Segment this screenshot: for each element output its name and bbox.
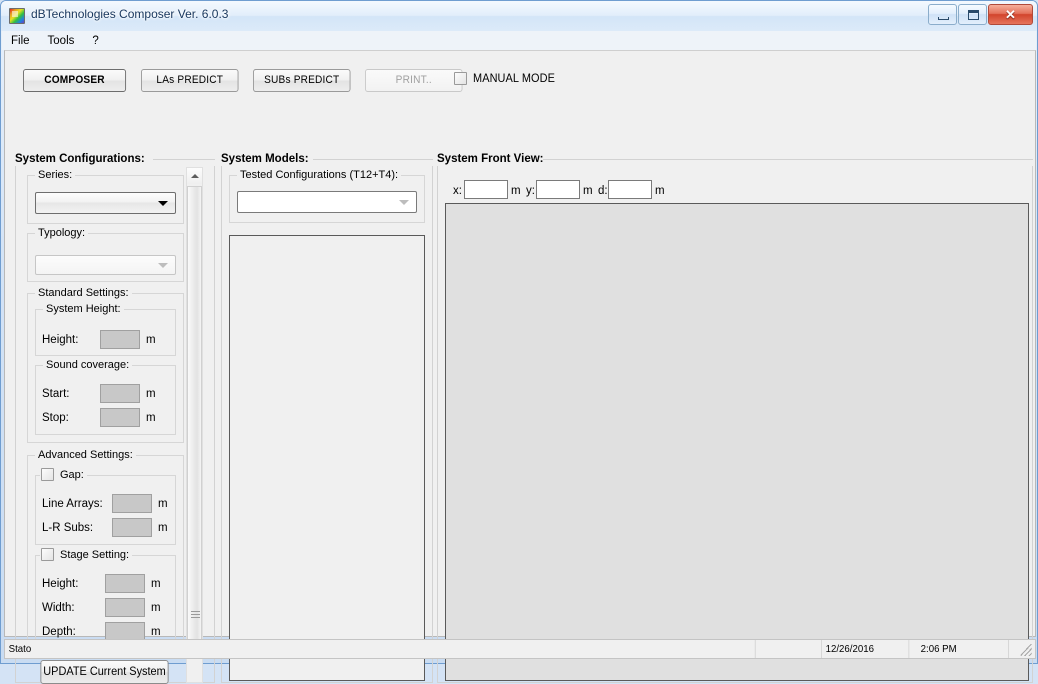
minimize-icon (938, 17, 949, 20)
front-view-canvas[interactable] (445, 203, 1029, 681)
close-icon: ✕ (1005, 7, 1016, 22)
tab-composer[interactable]: COMPOSER (23, 69, 127, 92)
coord-y-input[interactable] (536, 180, 580, 199)
maximize-button[interactable] (958, 4, 987, 25)
scrollbar-thumb[interactable] (187, 186, 202, 646)
manual-mode-checkbox[interactable]: MANUAL MODE (454, 72, 559, 85)
coverage-stop-unit: m (146, 412, 156, 424)
coord-y-unit: m (583, 185, 593, 197)
gap-checkbox[interactable] (41, 468, 54, 481)
coord-d-label: d: (598, 185, 608, 197)
start-label: Start: (42, 388, 70, 400)
stage-width-label: Width: (42, 602, 75, 614)
stage-width-input[interactable] (105, 598, 145, 617)
line-arrays-gap-unit: m (158, 498, 168, 510)
status-bar: Stato 12/26/2016 2:06 PM (4, 639, 1036, 659)
coverage-stop-input[interactable] (100, 408, 140, 427)
system-height-input[interactable] (100, 330, 140, 349)
manual-mode-label: MANUAL MODE (473, 72, 555, 85)
coord-x-unit: m (511, 185, 521, 197)
title-bar[interactable]: dBTechnologies Composer Ver. 6.0.3 ✕ (1, 1, 1037, 31)
resize-grip-icon[interactable] (1017, 640, 1034, 658)
chevron-down-icon (158, 263, 168, 268)
system-models-heading: System Models: (221, 153, 309, 165)
coord-d-unit: m (655, 185, 665, 197)
typology-combobox[interactable] (35, 255, 176, 275)
system-configurations-panel: System Configurations: Series: Typology:… (15, 153, 215, 684)
lr-subs-label: L-R Subs: (42, 522, 94, 534)
menu-item-help[interactable]: ? (83, 33, 107, 49)
line-arrays-gap-input[interactable] (112, 494, 152, 513)
coverage-start-unit: m (146, 388, 156, 400)
stage-height-input[interactable] (105, 574, 145, 593)
stage-depth-unit: m (151, 626, 161, 638)
scroll-up-button[interactable] (187, 168, 202, 184)
stage-height-unit: m (151, 578, 161, 590)
status-text: Stato (5, 640, 756, 658)
left-panel-scrollbar[interactable] (186, 167, 203, 683)
coverage-start-input[interactable] (100, 384, 140, 403)
coord-x-input[interactable] (464, 180, 508, 199)
menu-bar: File Tools ? (2, 31, 1036, 50)
series-group-label: Series: (35, 169, 76, 181)
line-arrays-label: Line Arrays: (42, 498, 103, 510)
stop-label: Stop: (42, 412, 69, 424)
app-logo-icon (9, 8, 25, 24)
heading-rule (153, 159, 215, 160)
maximize-icon (968, 10, 979, 20)
sound-coverage-group-label: Sound coverage: (43, 359, 133, 371)
scrollbar-grip-icon (191, 611, 200, 618)
manual-mode-checkbox-box[interactable] (454, 72, 467, 85)
stage-width-unit: m (151, 602, 161, 614)
stage-setting-checkbox[interactable] (41, 548, 54, 561)
system-height-unit: m (146, 334, 156, 346)
menu-item-file[interactable]: File (2, 33, 39, 49)
application-window: dBTechnologies Composer Ver. 6.0.3 ✕ Fil… (0, 0, 1038, 684)
minimize-button[interactable] (928, 4, 957, 25)
chevron-down-icon (158, 201, 168, 206)
coord-y-label: y: (526, 185, 535, 197)
tested-configurations-label: Tested Configurations (T12+T4): (237, 169, 402, 181)
series-combobox[interactable] (35, 192, 176, 214)
window-controls: ✕ (927, 4, 1033, 26)
system-front-view-panel: System Front View: x: m y: m d: m (437, 153, 1033, 683)
tab-subs-predict[interactable]: SUBs PREDICT (253, 69, 351, 92)
client-area: COMPOSER LAs PREDICT SUBs PREDICT PRINT.… (4, 50, 1036, 684)
heading-rule (313, 159, 433, 160)
print-button: PRINT.. (365, 69, 463, 92)
close-button[interactable]: ✕ (988, 4, 1033, 25)
stage-depth-label: Depth: (42, 626, 76, 638)
gap-group: Gap: (35, 469, 176, 545)
lr-subs-gap-unit: m (158, 522, 168, 534)
chevron-down-icon (399, 200, 409, 205)
tab-las-predict[interactable]: LAs PREDICT (141, 69, 239, 92)
advanced-settings-group-label: Advanced Settings: (35, 449, 136, 461)
system-models-listbox[interactable] (229, 235, 425, 681)
system-height-group-label: System Height: (43, 303, 124, 315)
stage-height-label: Height: (42, 578, 79, 590)
window-title: dBTechnologies Composer Ver. 6.0.3 (31, 7, 229, 21)
system-models-panel: System Models: Tested Configurations (T1… (221, 153, 433, 683)
menu-item-tools[interactable]: Tools (39, 33, 84, 49)
heading-rule (543, 159, 1033, 160)
coord-x-label: x: (453, 185, 462, 197)
mode-toolbar: COMPOSER LAs PREDICT SUBs PREDICT PRINT.… (5, 51, 1035, 99)
system-front-view-heading: System Front View: (437, 153, 544, 165)
system-configurations-heading: System Configurations: (15, 153, 145, 165)
status-date: 12/26/2016 (821, 640, 910, 658)
typology-group-label: Typology: (35, 227, 89, 239)
tested-configurations-combobox[interactable] (237, 191, 417, 213)
coord-d-input[interactable] (608, 180, 652, 199)
standard-settings-group-label: Standard Settings: (35, 287, 132, 299)
status-time: 2:06 PM (917, 640, 1009, 658)
height-label: Height: (42, 334, 79, 346)
lr-subs-gap-input[interactable] (112, 518, 152, 537)
